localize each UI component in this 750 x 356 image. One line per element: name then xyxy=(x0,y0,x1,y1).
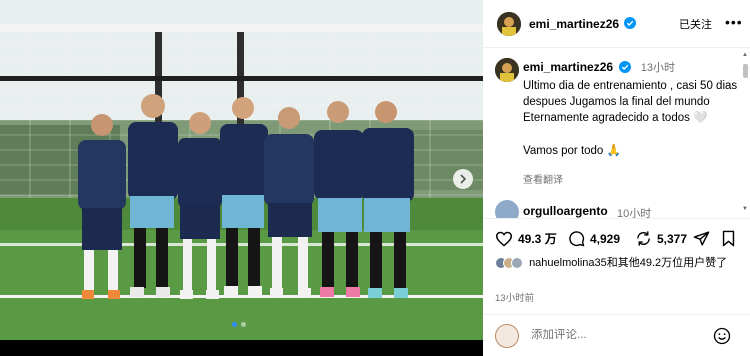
comment-input[interactable] xyxy=(531,329,691,341)
emoji-icon[interactable] xyxy=(713,327,731,345)
post-photo xyxy=(0,0,483,340)
scroll-down-icon[interactable]: ▼ xyxy=(742,206,748,212)
likes-summary[interactable]: nahuelmolina35和其他49.2万位用户赞了 xyxy=(495,256,745,270)
bookmark-icon xyxy=(722,230,735,247)
liker-avatar xyxy=(511,257,523,269)
caption-scroll-area: emi_martinez26 13小时 Ultimo dia de entren… xyxy=(483,50,741,218)
caption-header: emi_martinez26 13小时 xyxy=(523,59,675,75)
post-side-panel: emi_martinez26 已关注 ••• emi_martinez26 13… xyxy=(483,0,750,356)
liker-avatars xyxy=(495,257,523,269)
caption-scrollbar[interactable]: ▲ ▼ xyxy=(741,52,750,216)
commenter-avatar[interactable] xyxy=(495,200,519,218)
commenter-username[interactable]: orgulloargento xyxy=(523,204,608,218)
instagram-post-view: emi_martinez26 已关注 ••• emi_martinez26 13… xyxy=(0,0,750,356)
carousel-dot-active xyxy=(232,322,237,327)
heart-icon xyxy=(495,231,513,247)
current-user-avatar xyxy=(495,324,519,348)
verified-icon xyxy=(624,17,636,29)
post-media xyxy=(0,0,483,356)
caption-username[interactable]: emi_martinez26 xyxy=(523,60,613,74)
repost-button[interactable]: 5,377 xyxy=(635,230,687,247)
following-button[interactable]: 已关注 xyxy=(679,16,712,32)
action-bar: 49.3 万 4,929 5,377 xyxy=(483,218,750,258)
carousel-dot xyxy=(241,322,246,327)
caption-author-avatar[interactable] xyxy=(495,58,519,82)
send-button[interactable] xyxy=(693,230,715,247)
carousel-dots xyxy=(232,322,246,327)
author-avatar[interactable] xyxy=(497,12,521,36)
author-username[interactable]: emi_martinez26 xyxy=(529,17,619,31)
carousel-next-button[interactable] xyxy=(453,169,473,189)
posted-time: 13小时前 xyxy=(495,293,535,304)
more-icon[interactable]: ••• xyxy=(725,14,743,30)
like-button[interactable]: 49.3 万 xyxy=(495,230,557,247)
comment-time: 10小时 xyxy=(617,208,652,218)
post-header: emi_martinez26 已关注 ••• xyxy=(483,0,750,48)
comments-count: 4,929 xyxy=(590,231,621,246)
scroll-up-icon[interactable]: ▲ xyxy=(742,52,748,58)
likes-summary-text: nahuelmolina35和其他49.2万位用户赞了 xyxy=(529,257,728,269)
translate-link[interactable]: 查看翻译 xyxy=(523,171,563,186)
comment-button[interactable]: 4,929 xyxy=(568,230,620,247)
chevron-right-icon xyxy=(460,174,467,184)
send-icon xyxy=(693,231,710,246)
save-button[interactable] xyxy=(721,230,741,247)
caption-text: Ultimo dia de entrenamiento , casi 50 di… xyxy=(523,80,738,157)
likes-count: 49.3 万 xyxy=(518,232,557,246)
comment-composer xyxy=(483,314,750,356)
caption-time[interactable]: 13小时 xyxy=(641,62,675,74)
verified-icon xyxy=(619,61,632,73)
scrollbar-thumb[interactable] xyxy=(743,64,748,78)
share-icon xyxy=(637,231,650,246)
shares-count: 5,377 xyxy=(657,231,688,246)
comment-icon xyxy=(569,231,585,247)
